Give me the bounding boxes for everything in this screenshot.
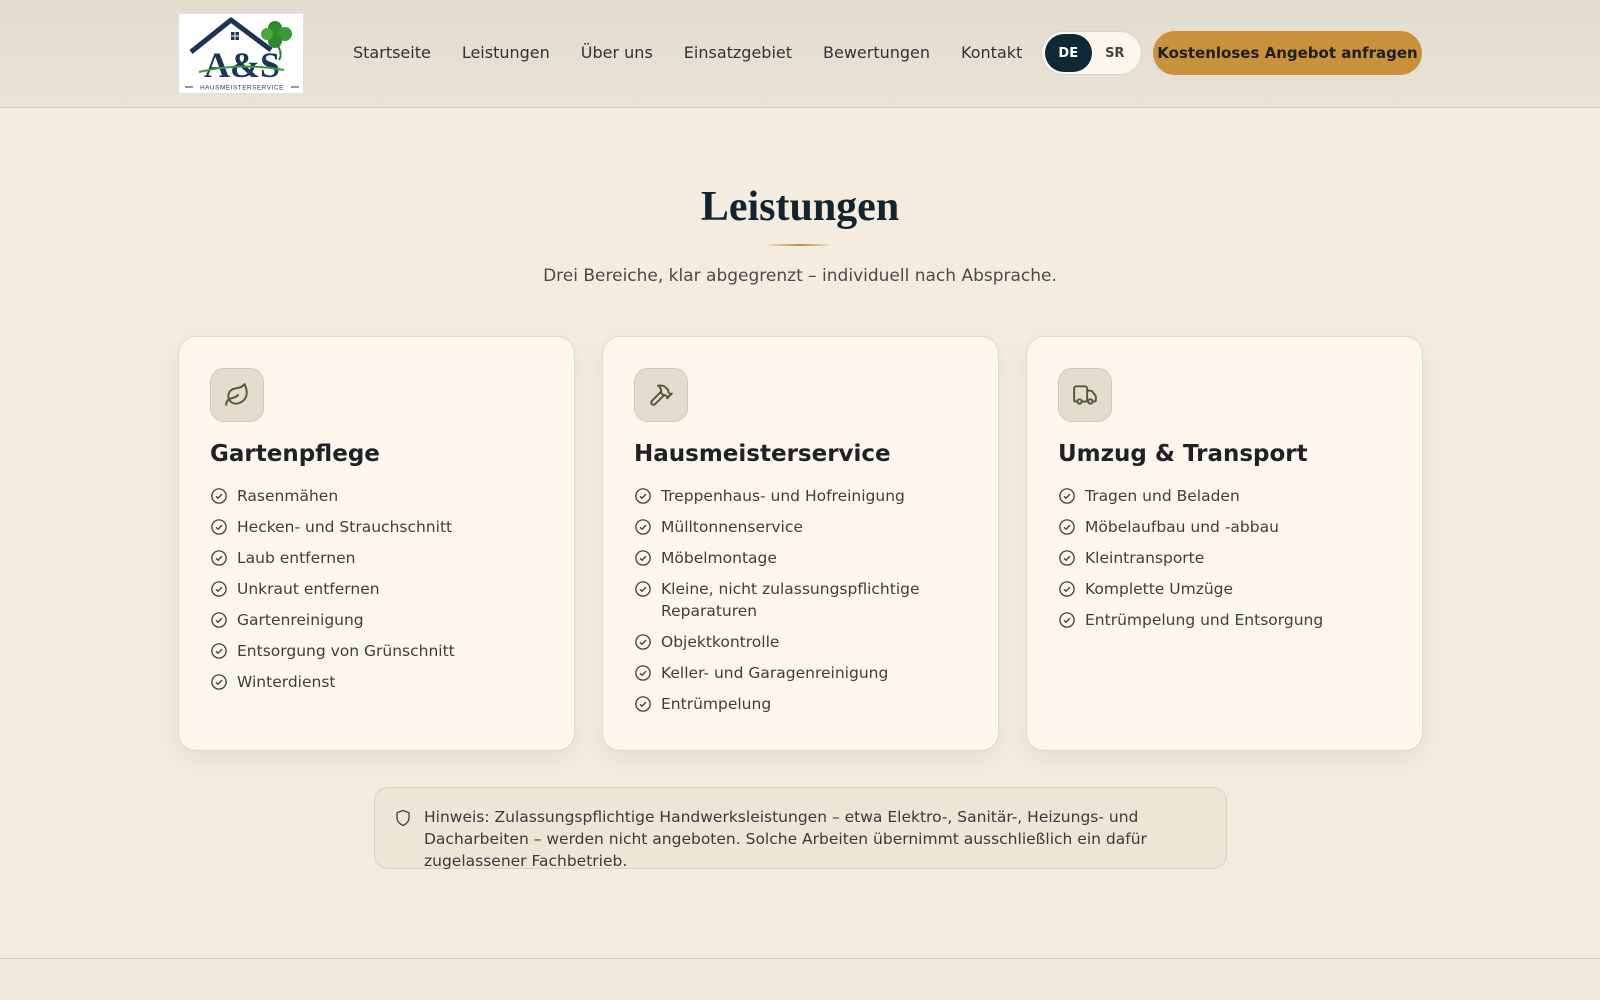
- list-item: Möbelaufbau und -abbau: [1058, 516, 1391, 538]
- list-item-label: Treppenhaus- und Hofreinigung: [661, 487, 905, 505]
- list-item: Komplette Umzüge: [1058, 578, 1391, 600]
- list-item: Objektkontrolle: [634, 631, 967, 653]
- list-item: Keller- und Garagenreinigung: [634, 662, 967, 684]
- check-circle-icon: [211, 612, 227, 628]
- service-list: Tragen und Beladen Möbelaufbau und -abba…: [1058, 485, 1391, 631]
- list-item-label: Kleintransporte: [1085, 549, 1205, 567]
- nav-startseite[interactable]: Startseite: [353, 43, 431, 62]
- list-item: Laub entfernen: [210, 547, 543, 569]
- main-navigation: Startseite Leistungen Über uns Einsatzge…: [353, 36, 1053, 68]
- check-circle-icon: [635, 519, 651, 535]
- list-item-label: Tragen und Beladen: [1085, 487, 1240, 505]
- list-item: Unkraut entfernen: [210, 578, 543, 600]
- list-item: Möbelmontage: [634, 547, 967, 569]
- check-circle-icon: [1059, 488, 1075, 504]
- check-circle-icon: [211, 519, 227, 535]
- notice-text: Hinweis: Zulassungspflichtige Handwerksl…: [424, 808, 1147, 870]
- nav-kontakt[interactable]: Kontakt: [961, 43, 1022, 62]
- check-circle-icon: [211, 550, 227, 566]
- list-item-label: Komplette Umzüge: [1085, 580, 1234, 598]
- list-item: Kleine, nicht zulassungspflichtige Repar…: [634, 578, 967, 622]
- hammer-icon: [634, 368, 688, 422]
- check-circle-icon: [635, 665, 651, 681]
- leaf-icon: [210, 368, 264, 422]
- list-item: Treppenhaus- und Hofreinigung: [634, 485, 967, 507]
- list-item: Entrümpelung und Entsorgung: [1058, 609, 1391, 631]
- list-item-label: Möbelaufbau und -abbau: [1085, 518, 1279, 536]
- check-circle-icon: [635, 696, 651, 712]
- list-item-label: Keller- und Garagenreinigung: [661, 664, 889, 682]
- list-item: Winterdienst: [210, 671, 543, 693]
- list-item: Entsorgung von Grünschnitt: [210, 640, 543, 662]
- card-title: Umzug & Transport: [1058, 441, 1308, 467]
- card-title: Hausmeisterservice: [634, 441, 891, 467]
- check-circle-icon: [635, 581, 651, 597]
- list-item: Hecken- und Strauchschnitt: [210, 516, 543, 538]
- check-circle-icon: [1059, 550, 1075, 566]
- service-list: Treppenhaus- und Hofreinigung Mülltonnen…: [634, 485, 967, 715]
- list-item-label: Objektkontrolle: [661, 633, 780, 651]
- list-item: Kleintransporte: [1058, 547, 1391, 569]
- title-underline: [769, 244, 829, 246]
- list-item: Tragen und Beladen: [1058, 485, 1391, 507]
- list-item-label: Entsorgung von Grünschnitt: [237, 642, 455, 660]
- list-item: Rasenmähen: [210, 485, 543, 507]
- list-item-label: Entrümpelung: [661, 695, 772, 713]
- footer-divider: [0, 958, 1600, 1000]
- company-logo[interactable]: A&S HAUSMEISTERSERVICE: [178, 13, 304, 94]
- language-switcher: DE SR: [1041, 31, 1142, 75]
- list-item-label: Kleine, nicht zulassungspflichtige Repar…: [661, 580, 920, 620]
- list-item: Entrümpelung: [634, 693, 967, 715]
- check-circle-icon: [635, 634, 651, 650]
- check-circle-icon: [211, 643, 227, 659]
- service-card-hausmeisterservice: Hausmeisterservice Treppenhaus- und Hofr…: [602, 336, 999, 751]
- card-title: Gartenpflege: [210, 441, 380, 467]
- check-circle-icon: [1059, 612, 1075, 628]
- service-card-gartenpflege: Gartenpflege Rasenmähen Hecken- und Stra…: [178, 336, 575, 751]
- check-circle-icon: [635, 488, 651, 504]
- shield-icon: [396, 809, 410, 827]
- list-item-label: Rasenmähen: [237, 487, 339, 505]
- service-card-umzug-transport: Umzug & Transport Tragen und Beladen Möb…: [1026, 336, 1423, 751]
- check-circle-icon: [1059, 581, 1075, 597]
- site-header: A&S HAUSMEISTERSERVICE Startseite Leistu…: [0, 0, 1600, 108]
- truck-icon: [1058, 368, 1112, 422]
- section-title: Leistungen: [700, 184, 900, 230]
- request-quote-button[interactable]: Kostenloses Angebot anfragen: [1153, 31, 1422, 75]
- list-item-label: Mülltonnenservice: [661, 518, 803, 536]
- nav-ueber-uns[interactable]: Über uns: [581, 43, 653, 62]
- check-circle-icon: [211, 674, 227, 690]
- list-item-label: Gartenreinigung: [237, 611, 364, 629]
- check-circle-icon: [211, 581, 227, 597]
- list-item-label: Hecken- und Strauchschnitt: [237, 518, 453, 536]
- logo-letters: A&S: [204, 45, 280, 85]
- section-subtitle: Drei Bereiche, klar abgegrenzt – individ…: [543, 266, 1057, 286]
- nav-leistungen[interactable]: Leistungen: [462, 43, 550, 62]
- list-item: Mülltonnenservice: [634, 516, 967, 538]
- notice-box: Hinweis: Zulassungspflichtige Handwerksl…: [374, 787, 1227, 870]
- check-circle-icon: [211, 488, 227, 504]
- list-item-label: Laub entfernen: [237, 549, 356, 567]
- list-item: Gartenreinigung: [210, 609, 543, 631]
- list-item-label: Möbelmontage: [661, 549, 777, 567]
- check-circle-icon: [1059, 519, 1075, 535]
- list-item-label: Winterdienst: [237, 673, 336, 691]
- language-sr-button[interactable]: SR: [1092, 34, 1139, 72]
- nav-bewertungen[interactable]: Bewertungen: [823, 43, 930, 62]
- list-item-label: Entrümpelung und Entsorgung: [1085, 611, 1324, 629]
- logo-tagline: HAUSMEISTERSERVICE: [200, 85, 284, 92]
- check-circle-icon: [635, 550, 651, 566]
- service-list: Rasenmähen Hecken- und Strauchschnitt La…: [210, 485, 543, 693]
- nav-einsatzgebiet[interactable]: Einsatzgebiet: [684, 43, 792, 62]
- logo-graphic: A&S HAUSMEISTERSERVICE: [185, 17, 299, 92]
- language-de-button[interactable]: DE: [1045, 34, 1092, 72]
- list-item-label: Unkraut entfernen: [237, 580, 380, 598]
